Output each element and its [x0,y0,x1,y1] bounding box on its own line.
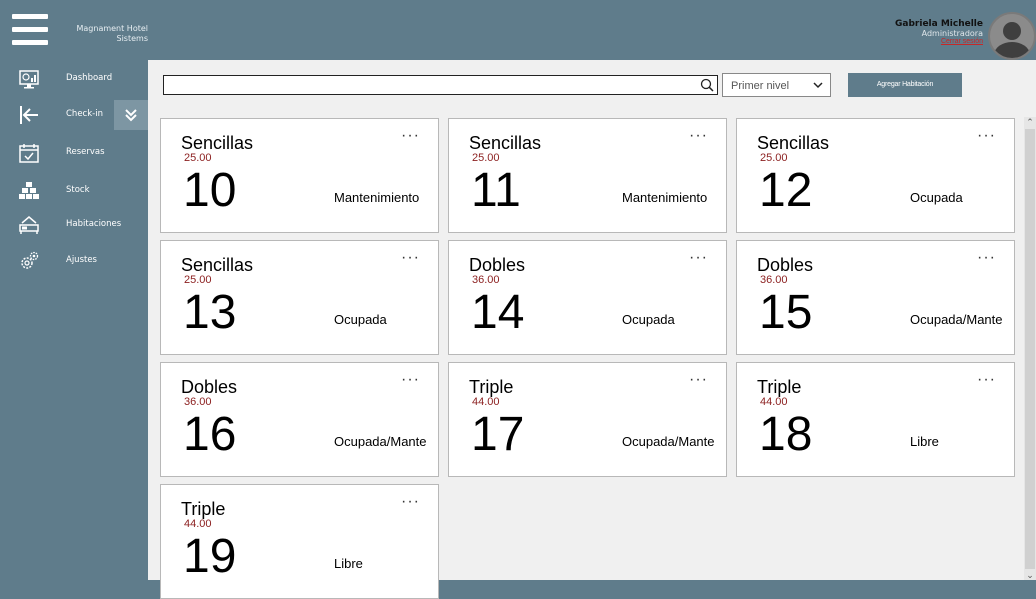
level-select-value: Primer nivel [731,80,790,92]
check-in-icon [20,106,38,124]
hamburger-menu-icon[interactable] [12,14,48,50]
add-room-button[interactable]: Agregar Habitación [848,73,962,97]
sidebar-item-habitaciones[interactable]: Habitaciones [0,210,148,240]
room-status: Ocupada/Mante [910,312,1003,327]
calendar-icon [19,144,39,163]
room-number: 16 [183,408,237,461]
more-options-icon[interactable]: ··· [977,249,996,267]
room-number: 10 [183,164,237,217]
room-status: Ocupada [622,312,675,327]
room-number: 11 [471,164,521,217]
scroll-up-icon[interactable]: ⌃ [1024,117,1036,127]
chevron-down-icon [813,82,823,89]
vertical-scrollbar[interactable]: ⌃ ⌄ [1024,117,1036,580]
top-bar: Magnament Hotel Sistems Gabriela Michell… [0,0,1036,60]
chevron-double-down-icon[interactable] [114,100,148,130]
room-number: 15 [759,286,813,339]
sidebar-item-dashboard[interactable]: Dashboard [0,64,148,94]
room-type: Dobles [469,255,526,275]
more-options-icon[interactable]: ··· [401,249,420,267]
scroll-thumb[interactable] [1025,129,1035,569]
room-status: Libre [910,434,939,449]
room-card[interactable]: Sencillas 25.00 11 Mantenimiento ··· [448,118,727,233]
more-options-icon[interactable]: ··· [977,371,996,389]
sidebar-item-label: Stock [66,185,90,195]
room-type: Dobles [181,377,238,397]
more-options-icon[interactable]: ··· [401,371,420,389]
sidebar-item-check-in[interactable]: Check-in [0,100,148,130]
room-number: 13 [183,286,237,339]
room-status: Mantenimiento [622,190,708,205]
room-number: 12 [759,164,813,217]
room-type: Sencillas [469,133,542,153]
sidebar: Dashboard Check-in Reservas Stock Habita… [0,60,148,580]
room-card[interactable]: Sencillas 25.00 10 Mantenimiento ··· [160,118,439,233]
room-card[interactable]: Dobles 36.00 16 Ocupada/Mante ··· [160,362,439,477]
more-options-icon[interactable]: ··· [689,127,708,145]
room-card[interactable]: Triple 44.00 19 Libre ··· [160,484,439,599]
sidebar-item-ajustes[interactable]: Ajustes [0,246,148,276]
more-options-icon[interactable]: ··· [977,127,996,145]
room-type: Triple [469,377,514,397]
room-type: Triple [757,377,802,397]
bed-icon [19,216,39,234]
logout-link[interactable]: Cerrar sesión [895,38,983,45]
room-card[interactable]: Dobles 36.00 15 Ocupada/Mante ··· [736,240,1015,355]
room-type: Dobles [757,255,814,275]
more-options-icon[interactable]: ··· [689,249,708,267]
boxes-icon [19,182,39,199]
room-status: Ocupada [334,312,387,327]
room-type: Triple [181,499,226,519]
room-type: Sencillas [757,133,830,153]
room-card[interactable]: Dobles 36.00 14 Ocupada ··· [448,240,727,355]
brand-line-1: Magnament Hotel [76,24,148,33]
level-select[interactable]: Primer nivel [722,73,831,97]
avatar[interactable] [988,12,1036,60]
search-input[interactable] [163,75,718,95]
room-card[interactable]: Triple 44.00 18 Libre ··· [736,362,1015,477]
sidebar-item-stock[interactable]: Stock [0,176,148,206]
room-card[interactable]: Triple 44.00 17 Ocupada/Mante ··· [448,362,727,477]
more-options-icon[interactable]: ··· [401,127,420,145]
room-status: Ocupada/Mante [334,434,427,449]
sidebar-item-label: Check-in [66,109,103,119]
sidebar-item-label: Ajustes [66,255,97,265]
room-type: Sencillas [181,255,254,275]
brand-line-2: Sistems [116,34,149,43]
more-options-icon[interactable]: ··· [689,371,708,389]
sidebar-item-reservas[interactable]: Reservas [0,138,148,168]
room-status: Libre [334,556,363,571]
user-name: Gabriela Michelle [895,19,983,29]
room-number: 14 [471,286,525,339]
room-number: 19 [183,530,237,583]
scroll-down-icon[interactable]: ⌄ [1024,570,1036,580]
user-role: Administradora [921,29,983,38]
sidebar-item-label: Habitaciones [66,219,122,229]
room-status: Ocupada/Mante [622,434,715,449]
user-info: Gabriela Michelle Administradora Cerrar … [895,19,983,45]
more-options-icon[interactable]: ··· [401,493,420,511]
gear-icon [21,251,39,269]
room-type: Sencillas [181,133,254,153]
room-number: 18 [759,408,813,461]
room-card[interactable]: Sencillas 25.00 13 Ocupada ··· [160,240,439,355]
main-content: Primer nivel Agregar Habitación Sencilla… [148,60,1036,599]
room-status: Mantenimiento [334,190,420,205]
room-number: 17 [471,408,525,461]
app-brand: Magnament Hotel Sistems [58,24,148,44]
sidebar-item-label: Dashboard [66,73,113,83]
room-status: Ocupada [910,190,963,205]
room-card[interactable]: Sencillas 25.00 12 Ocupada ··· [736,118,1015,233]
sidebar-item-label: Reservas [66,147,105,157]
dashboard-icon [19,70,39,89]
search-icon[interactable] [700,78,714,92]
